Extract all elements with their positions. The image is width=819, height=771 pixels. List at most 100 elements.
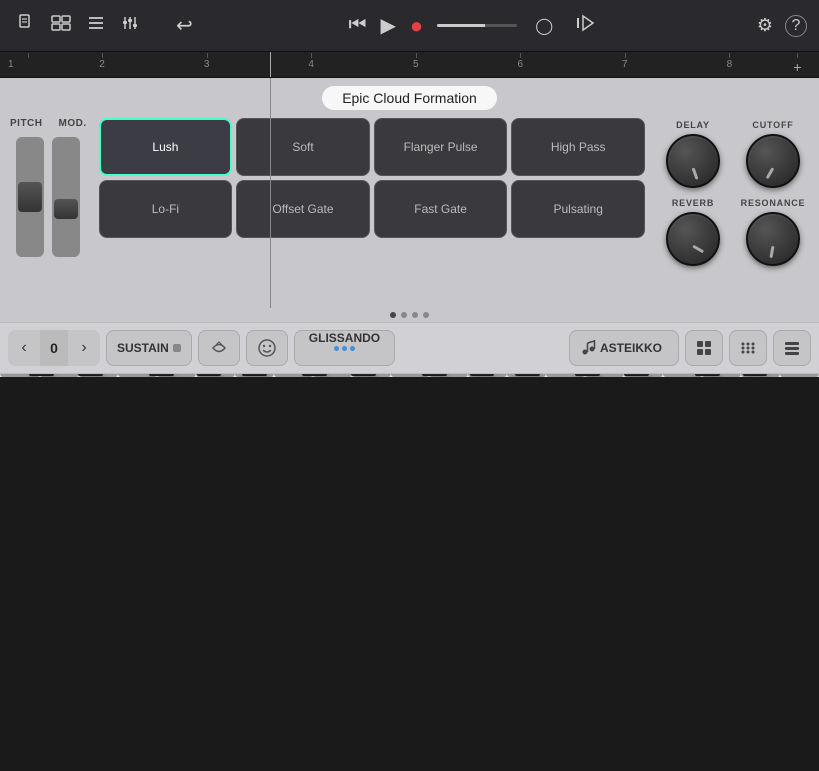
ruler: 1 2 3 4 5 6 7 8 + — [0, 52, 819, 78]
ruler-tick-plus[interactable]: + — [782, 59, 813, 75]
pad-flanger-pulse[interactable]: Flanger Pulse — [374, 118, 508, 176]
octave-control: ‹ 0 › — [8, 330, 100, 366]
dot-1[interactable] — [390, 312, 396, 318]
reverb-knob-group: REVERB — [657, 198, 729, 266]
cutoff-knob[interactable] — [746, 134, 800, 188]
ruler-tick-8: 8 — [677, 59, 782, 75]
ruler-tick-3: 3 — [154, 59, 259, 75]
view-list-button[interactable] — [773, 330, 811, 366]
reverb-knob[interactable] — [666, 212, 720, 266]
key-ab2[interactable] — [197, 374, 222, 376]
dots-pagination — [0, 308, 819, 322]
pitch-mod-sliders — [16, 137, 80, 257]
play-button[interactable]: ▶ — [381, 13, 396, 38]
mod-label: MOD. — [59, 118, 87, 129]
volume-control[interactable] — [437, 24, 517, 27]
rewind-button[interactable]: ⏮ — [349, 14, 367, 37]
glissando-button[interactable]: GLISSANDO — [294, 330, 395, 366]
transport-controls: ⏮ ▶ ● ◯ — [349, 9, 602, 42]
mod-slider-thumb — [54, 199, 78, 219]
cutoff-label: CUTOFF — [752, 120, 793, 130]
ruler-tick-1: 1 — [6, 59, 50, 75]
metronome-icon[interactable]: ◯ — [531, 12, 557, 40]
undo-icon[interactable]: ↩ — [172, 9, 197, 42]
ruler-tick-2: 2 — [50, 59, 155, 75]
glissando-dots — [334, 346, 355, 351]
preset-name-bar: Epic Cloud Formation — [0, 78, 819, 118]
pitch-mod-area: PITCH MOD. — [10, 118, 87, 257]
ruler-tick-4: 4 — [259, 59, 364, 75]
views-icon[interactable] — [46, 9, 76, 42]
pad-fast-gate[interactable]: Fast Gate — [374, 180, 508, 238]
cutoff-indicator — [766, 167, 775, 179]
synth-section: PITCH MOD. Lush Soft Flanger Pulse High … — [0, 118, 819, 308]
sustain-button[interactable]: SUSTAIN — [106, 330, 192, 366]
keyboard-area: C2 C3 C4 — [0, 374, 819, 377]
bottom-controls: ‹ 0 › SUSTAIN GLISSANDO — [0, 322, 819, 374]
key-b4[interactable] — [780, 374, 819, 377]
key-fs4[interactable] — [695, 374, 720, 376]
view-grid-button[interactable] — [685, 330, 723, 366]
key-fs3[interactable] — [422, 374, 447, 376]
resonance-knob-group: RESONANCE — [737, 198, 809, 266]
ruler-tick-6: 6 — [468, 59, 573, 75]
mixer-icon[interactable] — [116, 10, 144, 41]
view-dots-button[interactable] — [729, 330, 767, 366]
help-icon[interactable]: ? — [785, 15, 807, 37]
preset-name[interactable]: Epic Cloud Formation — [322, 86, 497, 110]
resonance-label: RESONANCE — [741, 198, 806, 208]
pad-soft[interactable]: Soft — [236, 118, 370, 176]
arp-icon — [209, 338, 229, 358]
delay-indicator — [692, 167, 699, 179]
emoji-button[interactable] — [246, 330, 288, 366]
volume-bar[interactable] — [437, 24, 517, 27]
asteikko-button[interactable]: ASTEIKKO — [569, 330, 679, 366]
pads-grid: Lush Soft Flanger Pulse High Pass Lo-Fi … — [99, 118, 645, 238]
pitch-mod-labels: PITCH MOD. — [10, 118, 87, 129]
key-ab3[interactable] — [470, 374, 495, 376]
arpeggiator-button[interactable] — [198, 330, 240, 366]
grid-icon — [695, 339, 713, 357]
dot-4[interactable] — [423, 312, 429, 318]
octave-next-button[interactable]: › — [68, 330, 100, 366]
key-ab4[interactable] — [743, 374, 768, 376]
key-fs2[interactable] — [149, 374, 174, 376]
key-eb2[interactable] — [78, 374, 103, 376]
settings-icon[interactable]: ⚙ — [753, 11, 777, 40]
reverb-indicator — [692, 245, 704, 254]
reverb-label: REVERB — [672, 198, 714, 208]
document-icon[interactable] — [12, 9, 40, 42]
pitch-slider[interactable] — [16, 137, 44, 257]
dots-grid-icon — [739, 339, 757, 357]
glissando-dot-2 — [342, 346, 347, 351]
octave-prev-button[interactable]: ‹ — [8, 330, 40, 366]
key-bb3[interactable] — [515, 374, 540, 376]
resonance-knob[interactable] — [746, 212, 800, 266]
list-icon[interactable] — [82, 10, 110, 41]
ruler-numbers: 1 2 3 4 5 6 7 8 + — [0, 59, 819, 75]
record-button[interactable]: ● — [410, 13, 423, 39]
tempo-icon[interactable] — [571, 9, 601, 42]
pad-offset-gate[interactable]: Offset Gate — [236, 180, 370, 238]
key-cs3[interactable] — [302, 374, 327, 376]
toolbar-left-icons — [12, 9, 144, 42]
pad-pulsating[interactable]: Pulsating — [511, 180, 645, 238]
ruler-tick-7: 7 — [573, 59, 678, 75]
pitch-slider-thumb — [18, 182, 42, 212]
glissando-dot-3 — [350, 346, 355, 351]
pad-lush[interactable]: Lush — [99, 118, 233, 176]
pad-high-pass[interactable]: High Pass — [511, 118, 645, 176]
delay-knob[interactable] — [666, 134, 720, 188]
mod-slider[interactable] — [52, 137, 80, 257]
dot-2[interactable] — [401, 312, 407, 318]
sustain-indicator — [173, 344, 181, 352]
key-eb4[interactable] — [624, 374, 649, 376]
key-bb2[interactable] — [242, 374, 267, 376]
key-cs4[interactable] — [575, 374, 600, 376]
pad-lo-fi[interactable]: Lo-Fi — [99, 180, 233, 238]
list-view-icon — [783, 339, 801, 357]
octave-value: 0 — [40, 340, 68, 356]
key-cs2[interactable] — [29, 374, 54, 376]
key-eb3[interactable] — [351, 374, 376, 376]
dot-3[interactable] — [412, 312, 418, 318]
